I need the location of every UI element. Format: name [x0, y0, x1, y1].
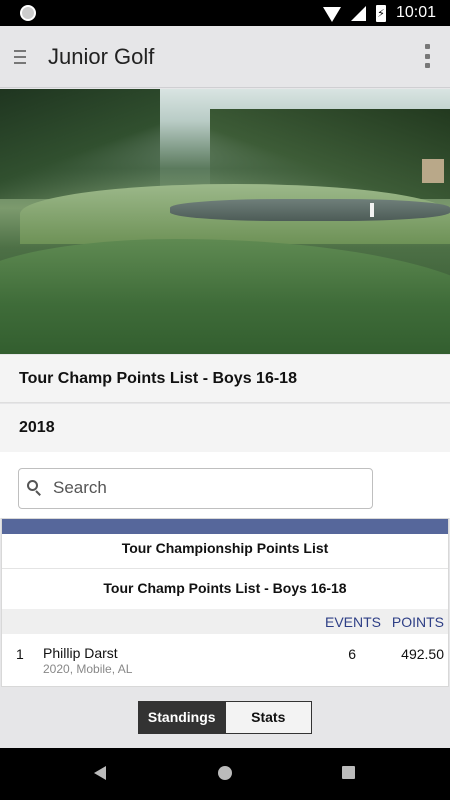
row-player-meta: 2020, Mobile, AL: [43, 662, 133, 676]
golf-course-banner-image: [0, 89, 450, 354]
wifi-icon: [322, 6, 341, 22]
search-input[interactable]: [53, 469, 363, 507]
year-section: 2018: [0, 404, 450, 452]
system-nav-bar: [0, 748, 450, 800]
table-title: Tour Championship Points List: [2, 534, 448, 569]
column-header-row: EVENTS POINTS: [2, 609, 448, 634]
table-subtitle: Tour Champ Points List - Boys 16-18: [103, 580, 347, 596]
tab-stats[interactable]: Stats: [224, 702, 311, 733]
app-bar: Junior Golf: [0, 26, 450, 88]
status-bar: ⚡ 10:01: [0, 0, 450, 26]
row-points: 492.50: [401, 646, 444, 662]
tab-standings[interactable]: Standings: [139, 702, 225, 733]
signal-icon: [350, 5, 366, 21]
overflow-menu-icon[interactable]: [424, 44, 430, 68]
search-box[interactable]: [18, 468, 373, 509]
year-label: 2018: [19, 419, 55, 436]
column-header-events[interactable]: EVENTS: [325, 614, 381, 630]
search-icon: [27, 480, 41, 496]
row-rank: 1: [16, 646, 24, 662]
bottom-tab-switcher: Standings Stats: [138, 701, 312, 734]
header-band: [2, 519, 448, 534]
row-player-name: Phillip Darst: [43, 645, 118, 661]
back-icon[interactable]: [94, 766, 106, 780]
flag-pin-icon: [370, 203, 374, 217]
table-row[interactable]: 1 Phillip Darst 2020, Mobile, AL 6 492.5…: [2, 634, 448, 686]
column-header-points[interactable]: POINTS: [392, 614, 444, 630]
status-time: 10:01: [395, 4, 436, 21]
search-section: [0, 452, 450, 518]
list-title-section: Tour Champ Points List - Boys 16-18: [0, 355, 450, 403]
notification-icon: [20, 5, 36, 21]
recent-apps-icon[interactable]: [342, 766, 355, 779]
app-title: Junior Golf: [48, 44, 155, 69]
row-events: 6: [348, 646, 356, 662]
home-icon[interactable]: [218, 766, 232, 780]
battery-icon: ⚡: [375, 4, 386, 22]
standings-table: Tour Championship Points List Tour Champ…: [1, 518, 449, 687]
menu-icon[interactable]: [14, 50, 26, 64]
list-title: Tour Champ Points List - Boys 16-18: [19, 370, 297, 387]
